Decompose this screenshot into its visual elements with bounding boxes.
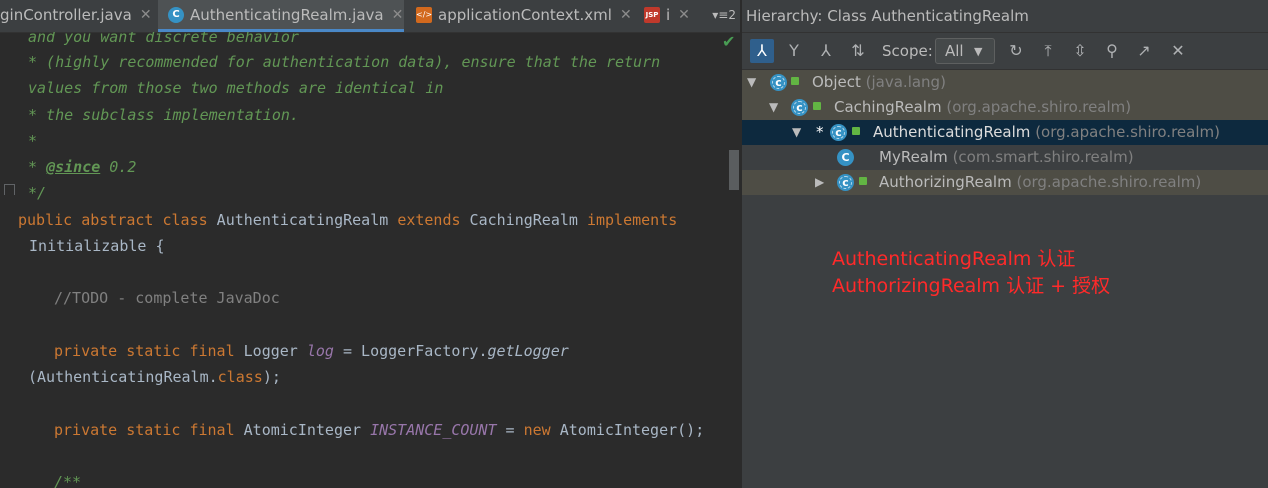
abstract-class-icon: c: [837, 174, 854, 191]
tab-login-controller[interactable]: ginController.java ✕: [0, 0, 158, 30]
code-line: Initializable {: [20, 237, 165, 255]
fold-icon[interactable]: [4, 184, 15, 195]
code-line: * @since 0.2: [28, 158, 137, 176]
jsp-file-icon: JSP: [644, 7, 660, 23]
tree-node-authenticating-realm[interactable]: ▼ * c AuthenticatingRealm (org.apache.sh…: [742, 120, 1268, 145]
hierarchy-title: Hierarchy: Class AuthenticatingRealm: [746, 7, 1029, 25]
code-line: * (highly recommended for authentication…: [28, 53, 661, 71]
scope-dropdown[interactable]: All ▼: [935, 38, 995, 64]
code-line: /**: [54, 473, 82, 488]
current-class-marker: *: [816, 123, 824, 141]
tab-label: i: [666, 6, 671, 24]
tab-label: ginController.java: [0, 6, 132, 24]
close-icon[interactable]: ✕: [620, 7, 632, 23]
editor-scrollbar[interactable]: [729, 150, 739, 190]
hierarchy-toolbar: ⅄ Y ⅄ ⇅ Scope: All ▼ ↻ ⤒ ⇳ ⚲ ↗ ✕: [742, 32, 1268, 70]
code-line: *: [28, 132, 38, 150]
public-lock-icon: [859, 177, 867, 185]
code-line: values from those two methods are identi…: [28, 79, 444, 97]
code-line: //TODO - complete JavaDoc: [54, 289, 280, 307]
expand-arrow-icon[interactable]: ▼: [792, 120, 801, 145]
autoscroll-icon[interactable]: ↗: [1132, 39, 1156, 63]
code-editor[interactable]: ginController.java ✕ C AuthenticatingRea…: [0, 0, 740, 488]
subtypes-hierarchy-icon[interactable]: ⅄: [750, 39, 774, 63]
scope-label: Scope:: [882, 42, 933, 60]
class-icon: c: [770, 74, 787, 91]
xml-file-icon: </>: [416, 7, 432, 23]
abstract-class-icon: c: [791, 99, 808, 116]
tab-label: AuthenticatingRealm.java: [190, 5, 384, 24]
close-icon[interactable]: ✕: [140, 7, 152, 23]
refresh-icon[interactable]: ↻: [1004, 39, 1028, 63]
inspection-ok-icon[interactable]: ✔: [722, 32, 735, 51]
pin-icon[interactable]: ⚲: [1100, 39, 1124, 63]
public-lock-icon: [813, 102, 821, 110]
collapse-arrow-icon[interactable]: ▶: [815, 170, 824, 195]
expand-all-icon[interactable]: ⇳: [1068, 39, 1092, 63]
code-line: */: [28, 184, 47, 202]
code-line: private static final AtomicInteger INSTA…: [54, 421, 705, 439]
close-icon[interactable]: ✕: [1166, 39, 1190, 63]
code-area[interactable]: and you want discrete behavior * (highly…: [0, 32, 728, 488]
tree-node-object[interactable]: ▼ c Object (java.lang): [742, 70, 1268, 95]
tab-label: applicationContext.xml: [438, 6, 612, 24]
close-icon[interactable]: ✕: [392, 7, 404, 23]
annotation-authorizing: AuthorizingRealm 认证 + 授权: [832, 275, 1111, 297]
tree-node-my-realm[interactable]: C MyRealm (com.smart.shiro.realm): [742, 145, 1268, 170]
java-class-icon: C: [168, 6, 184, 23]
code-line: (AuthenticatingRealm.class);: [28, 368, 281, 386]
supertypes-hierarchy-icon[interactable]: Y: [782, 39, 806, 63]
tab-authenticating-realm[interactable]: C AuthenticatingRealm.java ✕: [158, 0, 404, 32]
public-lock-icon: [852, 127, 860, 135]
public-lock-icon: [791, 77, 799, 85]
annotation-authenticating: AuthenticatingRealm 认证: [832, 248, 1076, 270]
sort-alphabetically-icon[interactable]: ⇅: [846, 39, 870, 63]
class-icon: C: [837, 149, 854, 166]
expand-arrow-icon[interactable]: ▼: [769, 95, 778, 120]
code-line: private static final Logger log = Logger…: [54, 342, 569, 360]
tree-node-caching-realm[interactable]: ▼ c CachingRealm (org.apache.shiro.realm…: [742, 95, 1268, 120]
tree-node-authorizing-realm[interactable]: ▶ c AuthorizingRealm (org.apache.shiro.r…: [742, 170, 1268, 195]
export-icon[interactable]: ⤒: [1036, 39, 1060, 63]
code-line: public abstract class AuthenticatingReal…: [18, 211, 678, 229]
editor-tab-bar: ginController.java ✕ C AuthenticatingRea…: [0, 0, 740, 33]
close-icon[interactable]: ✕: [678, 7, 690, 23]
class-hierarchy-icon[interactable]: ⅄: [814, 39, 838, 63]
chevron-down-icon: ▼: [974, 45, 983, 58]
code-line: and you want discrete behavior: [28, 32, 299, 46]
tab-jsp[interactable]: JSP i ✕: [636, 0, 706, 30]
abstract-class-icon: c: [830, 124, 847, 141]
tab-application-context[interactable]: </> applicationContext.xml ✕: [404, 0, 636, 30]
expand-arrow-icon[interactable]: ▼: [747, 70, 756, 95]
code-line: * the subclass implementation.: [28, 106, 299, 124]
tabs-overflow-button[interactable]: ▾≡2: [712, 8, 736, 22]
